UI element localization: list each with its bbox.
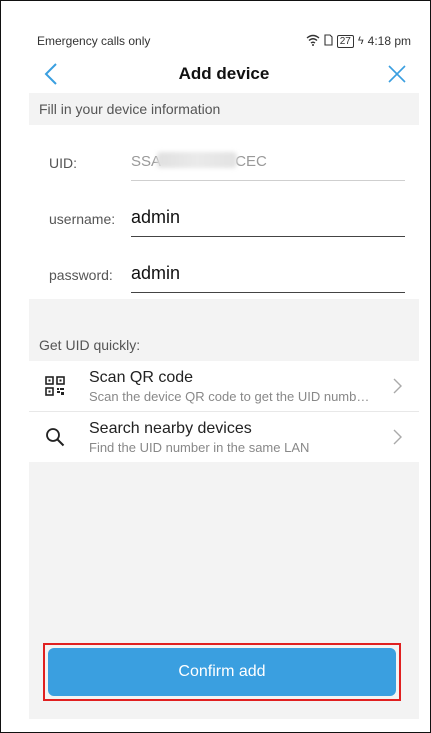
- uid-redaction: [157, 152, 237, 168]
- username-row: username:: [29, 181, 419, 237]
- nav-bar: Add device: [29, 55, 419, 93]
- phone-screen: Emergency calls only 27 ϟ 4:18 pm Add de…: [29, 27, 419, 719]
- username-input[interactable]: [131, 204, 405, 237]
- scan-qr-title: Scan QR code: [89, 368, 194, 386]
- uid-row: UID:: [29, 125, 419, 181]
- section-gap: [29, 299, 419, 329]
- username-label: username:: [49, 211, 116, 227]
- back-button[interactable]: [37, 60, 65, 88]
- chevron-left-icon: [44, 63, 57, 85]
- search-nearby-subtitle: Find the UID number in the same LAN: [89, 439, 310, 455]
- charging-icon: ϟ: [357, 35, 364, 47]
- quick-uid-header: Get UID quickly:: [29, 329, 419, 361]
- scan-qr-subtitle: Scan the device QR code to get the UID n…: [89, 388, 370, 404]
- sim-icon: [324, 33, 333, 49]
- quick-uid-list: Scan QR code Scan the device QR code to …: [29, 361, 419, 462]
- confirm-add-button[interactable]: Confirm add: [48, 648, 396, 696]
- search-nearby-text: Search nearby devices Find the UID numbe…: [89, 420, 387, 455]
- close-button[interactable]: [383, 60, 411, 88]
- confirm-highlight: Confirm add: [43, 643, 401, 701]
- close-icon: [388, 65, 406, 83]
- carrier-status: Emergency calls only: [37, 34, 151, 48]
- status-icons: 27 ϟ 4:18 pm: [306, 33, 411, 49]
- wifi-icon: [306, 34, 320, 49]
- uid-field-wrap: [131, 148, 405, 181]
- password-row: password:: [29, 237, 419, 293]
- scan-qr-text: Scan QR code Scan the device QR code to …: [89, 369, 387, 404]
- device-info-header: Fill in your device information: [29, 93, 419, 125]
- search-nearby-title: Search nearby devices: [89, 419, 252, 437]
- chevron-right-icon: [393, 429, 407, 445]
- password-label: password:: [49, 267, 113, 283]
- search-icon: [43, 425, 67, 449]
- scan-qr-item[interactable]: Scan QR code Scan the device QR code to …: [29, 361, 419, 412]
- chevron-right-icon: [393, 378, 407, 394]
- device-form: UID: username: password:: [29, 125, 419, 299]
- password-input[interactable]: [131, 260, 405, 293]
- page-title: Add device: [178, 64, 270, 83]
- search-nearby-item[interactable]: Search nearby devices Find the UID numbe…: [29, 412, 419, 462]
- uid-label: UID:: [49, 155, 77, 171]
- qr-code-icon: [43, 374, 67, 398]
- battery-icon: 27: [336, 34, 354, 48]
- status-bar: Emergency calls only 27 ϟ 4:18 pm: [29, 27, 419, 55]
- clock: 4:18 pm: [367, 34, 411, 48]
- screenshot-frame: Emergency calls only 27 ϟ 4:18 pm Add de…: [0, 0, 431, 733]
